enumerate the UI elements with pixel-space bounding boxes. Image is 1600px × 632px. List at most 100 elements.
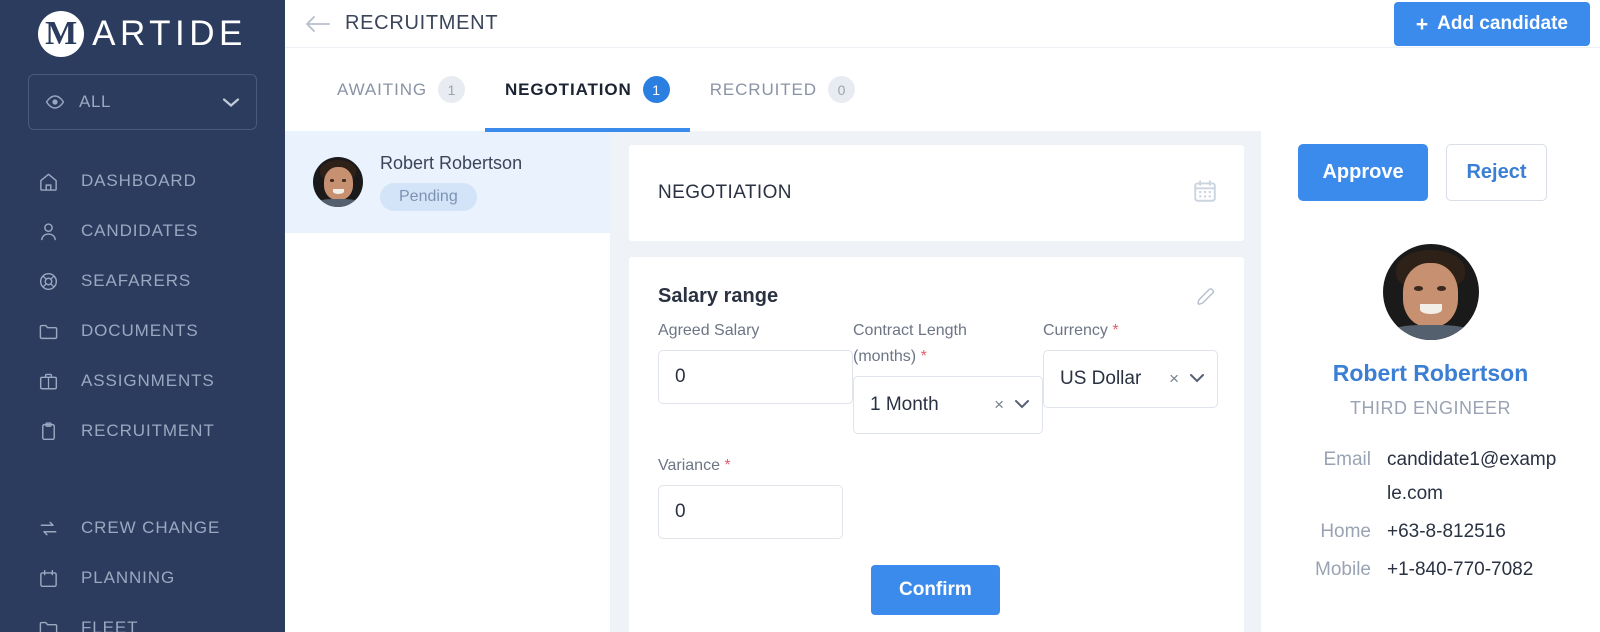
tab-awaiting[interactable]: AWAITING 1 (317, 48, 485, 132)
sidebar-item-documents[interactable]: DOCUMENTS (0, 306, 285, 356)
scope-filter-select[interactable]: ALL (28, 74, 257, 130)
sidebar-item-label: RECRUITMENT (81, 421, 215, 440)
home-icon (38, 171, 64, 192)
contract-length-select[interactable]: 1 Month × (853, 376, 1043, 434)
candidate-name-link[interactable]: Robert Robertson (1279, 360, 1582, 387)
salary-field-row: Agreed Salary 0 Contract Length (months)… (658, 318, 1218, 434)
sidebar-item-dashboard[interactable]: DASHBOARD (0, 156, 285, 206)
negotiation-panel: NEGOTIATION Salary range Agreed Salary 0… (611, 131, 1260, 632)
negotiation-header-card: NEGOTIATION (629, 145, 1244, 241)
chevron-down-icon (222, 97, 240, 108)
sidebar-divider-gap (0, 456, 285, 503)
agreed-salary-label: Agreed Salary (658, 322, 760, 339)
tab-label: NEGOTIATION (505, 79, 632, 99)
candidate-detail-panel: Approve Reject Robert Robertson THIRD EN… (1260, 131, 1600, 632)
content-area: Robert Robertson Pending NEGOTIATION Sal… (285, 131, 1600, 632)
info-row-mobile: Mobile +1-840-770-7082 (1279, 553, 1582, 587)
currency-field-group: Currency * US Dollar × (1043, 318, 1218, 408)
required-asterisk: * (724, 457, 731, 474)
info-row-home: Home +63-8-812516 (1279, 515, 1582, 549)
confirm-row: Confirm (658, 565, 1218, 615)
info-key: Email (1323, 449, 1371, 470)
required-asterisk: * (1112, 322, 1119, 339)
tab-recruited[interactable]: RECRUITED 0 (690, 48, 875, 132)
approve-button[interactable]: Approve (1298, 144, 1428, 201)
agreed-salary-value: 0 (675, 366, 686, 387)
sidebar-item-assignments[interactable]: ASSIGNMENTS (0, 356, 285, 406)
avatar (1382, 244, 1479, 340)
sidebar-item-recruitment[interactable]: RECRUITMENT (0, 406, 285, 456)
sidebar-item-seafarers[interactable]: SEAFARERS (0, 256, 285, 306)
eye-icon (45, 95, 65, 109)
topbar: RECRUITMENT + Add candidate (285, 0, 1600, 47)
sidebar-item-label: DASHBOARD (81, 171, 197, 190)
folder-icon (38, 321, 64, 342)
folder-icon (38, 618, 64, 632)
currency-label: Currency * (1043, 322, 1119, 339)
sidebar-item-label: DOCUMENTS (81, 321, 199, 340)
list-item[interactable]: Robert Robertson Pending (285, 131, 610, 233)
sidebar-item-label: SEAFARERS (81, 271, 192, 290)
sidebar-item-label: ASSIGNMENTS (81, 371, 215, 390)
sidebar-item-crew-change[interactable]: CREW CHANGE (0, 503, 285, 553)
agreed-salary-field-group: Agreed Salary 0 (658, 318, 853, 404)
info-key: Home (1320, 521, 1371, 542)
sidebar-item-label: CANDIDATES (81, 221, 199, 240)
clipboard-icon (38, 421, 64, 442)
sidebar-item-label: CREW CHANGE (81, 518, 221, 537)
briefcase-icon (38, 371, 64, 392)
info-value: candidate1@example.com (1387, 449, 1557, 504)
info-key: Mobile (1315, 559, 1371, 580)
chevron-down-icon (1189, 370, 1205, 388)
tab-negotiation[interactable]: NEGOTIATION 1 (485, 48, 690, 132)
clear-icon[interactable]: × (994, 395, 1004, 415)
calendar-icon[interactable] (1192, 178, 1218, 209)
currency-select[interactable]: US Dollar × (1043, 350, 1218, 408)
variance-value: 0 (675, 501, 686, 522)
plus-icon: + (1415, 12, 1429, 36)
negotiation-title: NEGOTIATION (658, 182, 792, 203)
logo-mark-icon: M (38, 11, 85, 57)
info-row-email: Email candidate1@example.com (1279, 443, 1582, 511)
variance-input[interactable]: 0 (658, 485, 843, 539)
required-asterisk: * (920, 348, 927, 365)
tab-label: AWAITING (337, 79, 427, 99)
clear-icon[interactable]: × (1169, 369, 1179, 389)
sidebar-item-candidates[interactable]: CANDIDATES (0, 206, 285, 256)
salary-range-title: Salary range (658, 285, 779, 307)
tab-bar: AWAITING 1 NEGOTIATION 1 RECRUITED 0 (285, 47, 1600, 132)
info-value: +63-8-812516 (1387, 521, 1506, 542)
add-candidate-button[interactable]: + Add candidate (1393, 2, 1590, 46)
sidebar: M ARTIDE ALL DASHBOARD CANDIDATES SEAFAR… (0, 0, 285, 632)
detail-action-row: Approve Reject (1279, 144, 1582, 201)
app-root: M ARTIDE ALL DASHBOARD CANDIDATES SEAFAR… (0, 0, 1600, 632)
currency-value: US Dollar (1060, 368, 1142, 389)
contract-length-label: Contract Length (months) * (853, 322, 967, 365)
chevron-down-icon (1014, 396, 1030, 414)
agreed-salary-input[interactable]: 0 (658, 350, 853, 404)
contract-length-field-group: Contract Length (months) * 1 Month × (853, 318, 1043, 434)
sidebar-item-planning[interactable]: PLANNING (0, 553, 285, 603)
reject-button[interactable]: Reject (1446, 144, 1547, 201)
avatar (313, 157, 363, 207)
tab-label: RECRUITED (709, 79, 817, 99)
confirm-button[interactable]: Confirm (871, 565, 1000, 615)
tab-count-badge: 0 (827, 76, 855, 103)
sidebar-item-fleet[interactable]: FLEET (0, 603, 285, 632)
tab-count-badge: 1 (438, 76, 465, 103)
candidate-info-list: Email candidate1@example.com Home +63-8-… (1279, 443, 1582, 587)
arrow-left-icon[interactable] (305, 15, 341, 33)
scope-filter-label: ALL (79, 92, 112, 111)
main-area: RECRUITMENT + Add candidate AWAITING 1 N… (285, 0, 1600, 632)
candidate-name: Robert Robertson (380, 153, 523, 173)
candidate-list: Robert Robertson Pending (285, 131, 611, 632)
status-badge: Pending (380, 183, 477, 211)
calendar-icon (38, 568, 64, 589)
sidebar-item-label: PLANNING (81, 568, 176, 587)
swap-icon (38, 518, 64, 539)
variance-label: Variance * (658, 457, 731, 474)
variance-field-group: Variance * 0 (658, 453, 843, 539)
page-title: RECRUITMENT (345, 12, 499, 34)
logo[interactable]: M ARTIDE (0, 0, 285, 62)
pencil-icon[interactable] (1194, 285, 1218, 314)
